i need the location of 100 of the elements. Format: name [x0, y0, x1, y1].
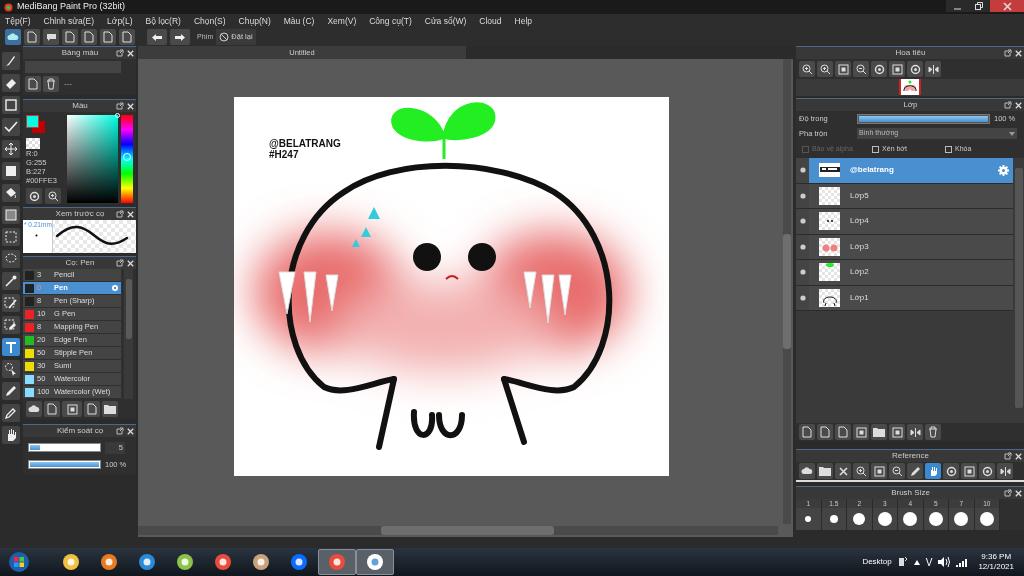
tool-button[interactable] — [2, 382, 20, 400]
folder-button[interactable] — [102, 401, 118, 417]
visibility-dot-icon[interactable] — [799, 294, 806, 301]
float-icon[interactable] — [116, 427, 124, 435]
page-icon[interactable] — [81, 29, 97, 45]
tool-button[interactable] — [2, 360, 20, 378]
delete-layer-button[interactable] — [925, 424, 941, 440]
float-icon[interactable] — [116, 49, 124, 57]
new-layer-button[interactable] — [817, 424, 833, 440]
layer-menu-button[interactable] — [853, 424, 869, 440]
close-icon[interactable] — [127, 102, 134, 110]
tool-button[interactable] — [2, 316, 20, 334]
maximize-button[interactable] — [968, 0, 990, 12]
tool-button[interactable] — [2, 206, 20, 224]
new-layer-button[interactable] — [835, 424, 851, 440]
menu-item[interactable]: Lớp(L) — [107, 14, 133, 28]
clock-time[interactable]: 9:36 PM — [981, 552, 1012, 562]
vertical-scrollbar-thumb[interactable] — [783, 234, 791, 349]
show-hidden-icon[interactable] — [913, 559, 920, 565]
menu-item[interactable]: Xem(V) — [327, 14, 357, 28]
layer-item[interactable]: Lớp3 — [809, 234, 1013, 259]
gear-icon[interactable] — [111, 284, 119, 292]
close-icon[interactable] — [1015, 489, 1022, 497]
foreground-color-swatch[interactable] — [26, 115, 39, 128]
tool-button[interactable] — [2, 250, 20, 268]
menu-item[interactable]: Cửa sổ(W) — [424, 14, 467, 28]
folder-button[interactable] — [817, 463, 833, 479]
signal-icon[interactable] — [956, 557, 969, 567]
tool-button[interactable] — [2, 162, 20, 180]
cloud-icon[interactable] — [5, 29, 21, 45]
visibility-dot-icon[interactable] — [799, 269, 806, 276]
float-icon[interactable] — [116, 210, 124, 218]
scrollbar-thumb[interactable] — [125, 279, 132, 339]
horizontal-scrollbar-thumb[interactable] — [381, 526, 554, 535]
tool-button[interactable] — [2, 228, 20, 246]
reset-view-button[interactable] — [961, 463, 977, 479]
background-color-swatch[interactable] — [32, 121, 45, 133]
visibility-dot-icon[interactable] — [799, 167, 806, 174]
close-icon[interactable] — [127, 259, 134, 267]
minimize-button[interactable] — [946, 0, 968, 12]
gear-icon[interactable] — [998, 165, 1009, 176]
delete-palette-button[interactable] — [43, 76, 59, 92]
float-icon[interactable] — [1004, 101, 1012, 109]
tool-button[interactable] — [2, 426, 20, 444]
reset-view-button[interactable] — [889, 61, 905, 77]
zoom-out-button[interactable] — [853, 61, 869, 77]
tool-button[interactable] — [2, 184, 20, 202]
close-button[interactable] — [990, 0, 1024, 12]
tool-button[interactable] — [2, 294, 20, 312]
layer-item[interactable]: Lớp2 — [809, 260, 1013, 285]
menu-item[interactable]: Bộ lọc(R) — [145, 14, 181, 28]
note-icon[interactable] — [62, 29, 78, 45]
cloud-button[interactable] — [799, 463, 815, 479]
comment-icon[interactable] — [43, 29, 59, 45]
folder-button[interactable] — [871, 424, 887, 440]
hand-button[interactable] — [925, 463, 941, 479]
new-layer-button[interactable] — [799, 424, 815, 440]
taskbar-app-button[interactable] — [356, 549, 394, 575]
menu-item[interactable]: Màu (C) — [283, 14, 315, 28]
fit-button[interactable] — [871, 463, 887, 479]
flip-button[interactable] — [925, 61, 941, 77]
desktop-toolbar-label[interactable]: Desktop — [862, 556, 892, 568]
menu-item[interactable]: Công cụ(T) — [369, 14, 412, 28]
cloud-button[interactable] — [26, 401, 42, 417]
scrollbar-thumb[interactable] — [1014, 168, 1023, 408]
float-icon[interactable] — [1004, 452, 1012, 460]
close-icon[interactable] — [127, 49, 134, 57]
zoom-out-button[interactable] — [889, 463, 905, 479]
flip-button[interactable] — [997, 463, 1013, 479]
navigator-thumbnail[interactable] — [899, 79, 921, 95]
fit-button[interactable] — [835, 61, 851, 77]
float-icon[interactable] — [116, 102, 124, 110]
zoom-in-button[interactable] — [799, 61, 815, 77]
close-image-button[interactable] — [835, 463, 851, 479]
clock-date[interactable]: 12/1/2021 — [978, 562, 1014, 572]
zoom-in-button[interactable] — [853, 463, 869, 479]
tool-button[interactable] — [2, 338, 20, 356]
layer-item[interactable]: Lớp5 — [809, 183, 1013, 208]
transparent-swatch[interactable] — [26, 138, 40, 149]
menu-item[interactable]: Chỉnh sửa(E) — [43, 14, 95, 28]
undo-button[interactable] — [147, 29, 167, 45]
merge-layer-button[interactable] — [907, 424, 923, 440]
duplicate-layer-button[interactable] — [889, 424, 905, 440]
grid-icon[interactable] — [119, 29, 135, 45]
float-icon[interactable] — [1004, 49, 1012, 57]
volume-icon[interactable] — [938, 557, 951, 567]
redo-button[interactable] — [170, 29, 190, 45]
zoom-in-button[interactable] — [817, 61, 833, 77]
float-icon[interactable] — [116, 259, 124, 267]
close-icon[interactable] — [127, 427, 134, 435]
visibility-dot-icon[interactable] — [799, 218, 806, 225]
toolbar-icon[interactable] — [897, 556, 908, 568]
tool-button[interactable] — [2, 52, 20, 70]
new-brush-button[interactable] — [44, 401, 60, 417]
layer-item[interactable]: Lớp1 — [809, 285, 1013, 310]
tool-button[interactable] — [2, 118, 20, 136]
tool-button[interactable] — [2, 140, 20, 158]
copy-brush-button[interactable] — [84, 401, 100, 417]
float-icon[interactable] — [1004, 489, 1012, 497]
tool-button[interactable] — [2, 272, 20, 290]
